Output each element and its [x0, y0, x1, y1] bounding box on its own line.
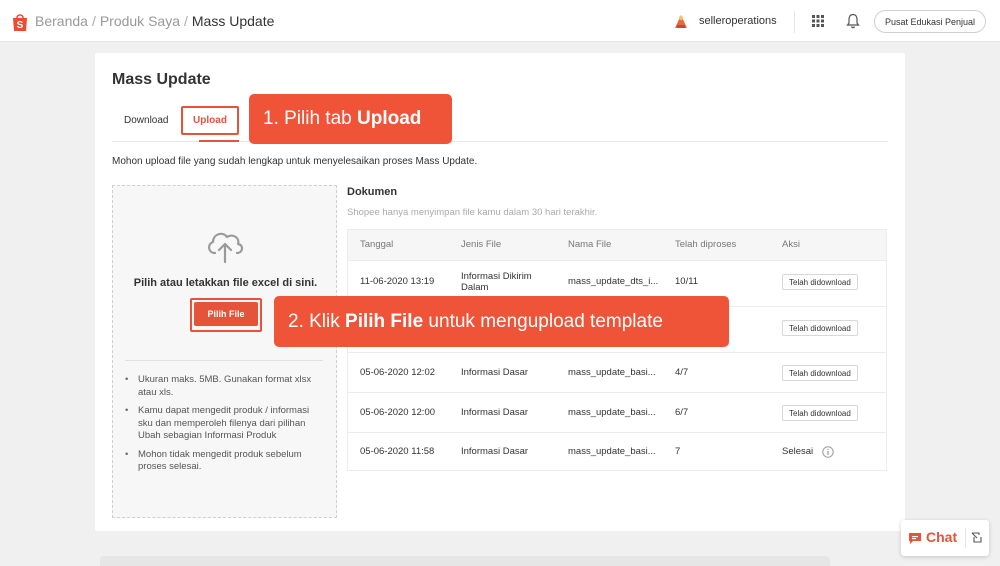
guideline-item: Kamu dapat mengedit produk / informasi s…	[125, 405, 325, 443]
downloaded-button[interactable]: Telah didownload	[782, 274, 858, 290]
top-bar: S Beranda / Produk Saya / Mass Update seller…	[0, 0, 1000, 42]
row-file-type: Informasi Dikirim Dalam	[461, 271, 532, 293]
bell-icon[interactable]	[846, 13, 860, 29]
downloaded-button[interactable]: Telah didownload	[782, 365, 858, 381]
step1-callout: 1. Pilih tab Upload	[249, 94, 452, 144]
downloaded-button[interactable]: Telah didownload	[782, 405, 858, 421]
step2-bold: Pilih File	[345, 310, 424, 332]
header-divider	[794, 11, 795, 33]
upload-guidelines: Ukuran maks. 5MB. Gunakan format xlsx at…	[125, 374, 325, 480]
tab-download[interactable]: Download	[124, 115, 168, 126]
chat-label[interactable]: Chat	[926, 529, 957, 545]
step1-text: 1. Pilih tab	[263, 108, 357, 129]
breadcrumb-separator: /	[184, 13, 188, 29]
breadcrumb-my-products[interactable]: Produk Saya	[100, 13, 180, 29]
active-tab-indicator	[199, 140, 239, 142]
avatar-icon	[671, 11, 691, 31]
pick-file-button[interactable]: Pilih File	[194, 302, 258, 326]
breadcrumb-separator: /	[91, 13, 96, 29]
documents-table: Tanggal Jenis File Nama File Telah dipro…	[347, 229, 887, 471]
table-header: Tanggal Jenis File Nama File Telah dipro…	[348, 230, 886, 260]
table-row: 05-06-2020 11:58 Informasi Dasar mass_up…	[348, 432, 886, 472]
shopee-logo-icon[interactable]: S	[11, 12, 29, 32]
cloud-upload-icon	[208, 232, 244, 264]
documents-subtitle: Shopee hanya menyimpan file kamu dalam 3…	[347, 207, 598, 218]
row-date: 11-06-2020 13:19	[360, 276, 435, 287]
column-processed: Telah diproses	[675, 239, 737, 250]
row-file-type: Informasi Dasar	[461, 446, 529, 457]
breadcrumb-home[interactable]: Beranda	[35, 13, 88, 29]
row-date: 05-06-2020 11:58	[360, 446, 435, 457]
guideline-item: Ukuran maks. 5MB. Gunakan format xlsx at…	[125, 374, 325, 399]
row-date: 05-06-2020 12:00	[360, 407, 436, 418]
chat-divider	[965, 528, 966, 548]
row-file-name[interactable]: mass_update_basi...	[568, 367, 656, 378]
breadcrumb-current: Mass Update	[191, 13, 275, 29]
table-row: 05-06-2020 12:00 Informasi Dasar mass_up…	[348, 392, 886, 432]
upload-instruction: Mohon upload file yang sudah lengkap unt…	[112, 156, 478, 167]
minimize-icon[interactable]	[971, 532, 982, 543]
svg-text:S: S	[17, 20, 24, 31]
apps-grid-icon[interactable]	[812, 15, 824, 27]
chat-icon	[909, 533, 921, 544]
page-title: Mass Update	[112, 71, 211, 88]
dropzone-text: Pilih atau letakkan file excel di sini.	[133, 277, 318, 289]
row-processed: 4/7	[675, 367, 689, 378]
downloaded-button[interactable]: Telah didownload	[782, 320, 858, 336]
seller-education-button[interactable]: Pusat Edukasi Penjual	[874, 10, 986, 33]
guideline-item: Mohon tidak mengedit produk sebelum pros…	[125, 449, 325, 474]
mass-update-card: Mass Update Download Upload Mohon upload…	[95, 53, 905, 531]
step2-text: 2. Klik	[288, 310, 346, 332]
step2-suffix: untuk mengupload template	[423, 310, 663, 332]
row-file-name[interactable]: mass_update_dts_i...	[568, 276, 658, 287]
info-icon[interactable]	[822, 446, 834, 458]
step1-bold: Upload	[357, 108, 422, 129]
bottom-bar	[100, 556, 830, 566]
username: selleroperations	[699, 15, 777, 27]
row-file-type: Informasi Dasar	[461, 407, 529, 418]
column-file-type: Jenis File	[461, 239, 502, 250]
row-file-type: Informasi Dasar	[461, 367, 529, 378]
breadcrumb: Beranda / Produk Saya / Mass Update	[35, 13, 274, 29]
row-processed: 7	[675, 446, 681, 457]
column-action: Aksi	[782, 239, 800, 250]
chat-widget[interactable]: Chat	[901, 520, 989, 556]
row-status-done: Selesai	[782, 446, 814, 457]
row-file-name[interactable]: mass_update_basi...	[568, 407, 656, 418]
column-date: Tanggal	[360, 239, 394, 250]
row-processed: 10/11	[675, 276, 699, 287]
row-processed: 6/7	[675, 407, 689, 418]
tab-upload[interactable]: Upload	[181, 106, 239, 135]
row-file-name[interactable]: mass_update_basi...	[568, 446, 656, 457]
dropzone-divider	[125, 360, 323, 361]
step2-callout: 2. Klik Pilih File untuk mengupload temp…	[274, 296, 729, 347]
column-file-name: Nama File	[568, 239, 612, 250]
file-dropzone[interactable]: Pilih atau letakkan file excel di sini. …	[112, 185, 337, 518]
table-row: 05-06-2020 12:02 Informasi Dasar mass_up…	[348, 352, 886, 392]
row-date: 05-06-2020 12:02	[360, 367, 436, 378]
user-menu[interactable]: selleroperations	[671, 11, 777, 31]
documents-title: Dokumen	[347, 186, 398, 198]
tab-bar: Download Upload	[112, 103, 888, 142]
